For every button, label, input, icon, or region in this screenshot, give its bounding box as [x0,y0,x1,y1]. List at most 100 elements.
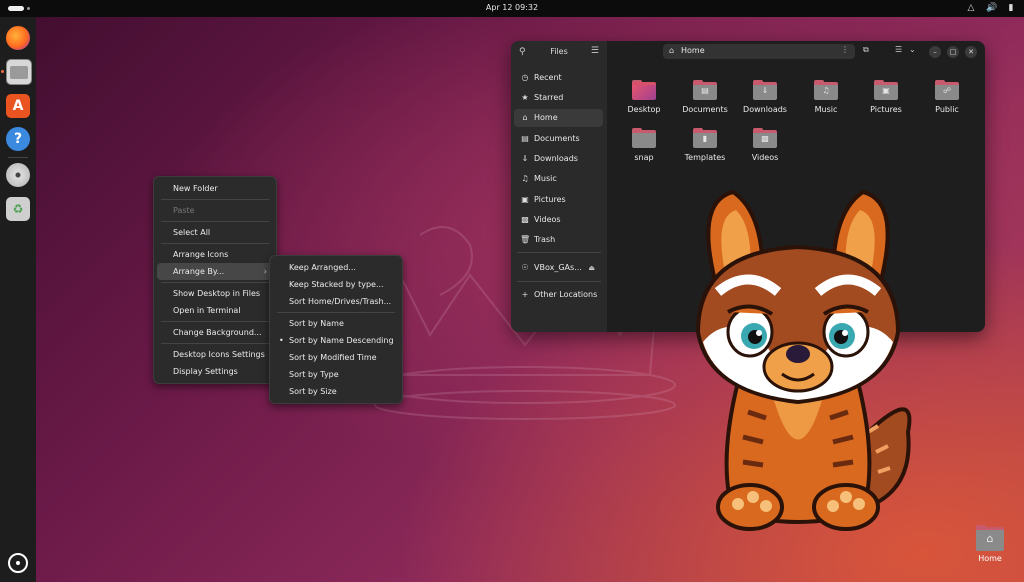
music-icon: ♫ [521,174,529,183]
folder-label: snap [634,153,654,162]
sidebar-item-label: Trash [534,235,556,244]
menu-item-keep-stacked[interactable]: Keep Stacked by type... [273,276,399,293]
sidebar-item-other-locations[interactable]: + Other Locations [514,286,603,304]
sidebar-item-recent[interactable]: ◷ Recent [514,69,603,87]
document-icon: ▤ [521,134,529,143]
menu-item-sort-home-drives-trash[interactable]: Sort Home/Drives/Trash... [273,293,399,310]
trash-icon[interactable]: ♻ [6,197,30,221]
help-icon[interactable]: ? [6,127,30,151]
clock[interactable]: Apr 12 09:32 [0,3,1024,12]
dock-separator [8,157,28,158]
video-icon: ▩ [521,215,529,224]
folder-label: Pictures [870,105,902,114]
folder-templates[interactable]: ▮ Templates [675,128,735,162]
files-icon[interactable] [6,59,32,85]
menu-separator [277,312,395,313]
menu-item-paste: Paste [173,206,195,215]
sidebar-item-starred[interactable]: ★ Starred [514,89,603,107]
folder-videos[interactable]: ▩ Videos [735,128,795,162]
files-sidebar: ⚲ Files ☰ ◷ Recent ★ Starred ⌂ Home ▤ Do… [511,41,607,332]
firefox-icon[interactable] [6,26,30,50]
minimize-icon[interactable]: – [929,46,941,58]
desktop-home-icon[interactable]: ⌂ Home [970,525,1010,563]
menu-item-sort-by-size[interactable]: Sort by Size [273,383,399,400]
menu-separator [161,243,269,244]
sidebar-item-label: Other Locations [534,290,598,299]
menu-item-label: Sort by Name Descending [289,336,394,345]
picture-icon: ▣ [521,195,529,204]
new-folder-icon[interactable]: ⧉ [863,45,869,55]
show-apps-icon[interactable] [8,553,28,573]
menu-item-sort-by-name-descending[interactable]: • Sort by Name Descending [273,332,399,349]
sidebar-separator [517,252,601,253]
menu-item-desktop-icons-settings[interactable]: Desktop Icons Settings [157,346,273,363]
chevron-right-icon: › [263,267,267,276]
folder-label: Downloads [743,105,787,114]
network-icon: △ [967,3,975,13]
sidebar-item-label: Starred [534,93,564,102]
sidebar-separator [517,281,601,282]
folder-label: Music [814,105,838,114]
folder-documents[interactable]: ▤ Documents [675,80,735,114]
menu-separator [161,221,269,222]
sidebar-item-home[interactable]: ⌂ Home [514,109,603,127]
sidebar-item-label: Pictures [534,195,566,204]
dvd-icon[interactable] [6,163,30,187]
radio-selected-icon: • [279,336,284,345]
menu-item-change-background[interactable]: Change Background... [157,324,273,341]
folder-pictures[interactable]: ▣ Pictures [856,80,916,114]
sidebar-item-label: Videos [534,215,561,224]
trash-icon: 🗑 [520,235,531,244]
sidebar-item-downloads[interactable]: ⇓ Downloads [514,150,603,168]
disc-icon: ☉ [521,263,529,272]
menu-item-arrange-by[interactable]: Arrange By... › [157,263,273,280]
menu-item-show-desktop-in-files[interactable]: Show Desktop in Files [157,285,273,302]
menu-item-arrange-icons[interactable]: Arrange Icons [157,246,273,263]
folder-desktop[interactable]: Desktop [614,80,674,114]
folder-icon: ☍ [935,80,959,100]
menu-item-keep-arranged[interactable]: Keep Arranged... [273,259,399,276]
folder-snap[interactable]: snap [614,128,674,162]
more-options-icon[interactable]: ⋮ [841,45,849,54]
folder-icon: ▤ [693,80,717,100]
hamburger-menu-icon[interactable]: ☰ [591,46,599,56]
app-center-icon[interactable]: A [6,94,30,118]
menu-item-open-in-terminal[interactable]: Open in Terminal [157,302,273,319]
sidebar-item-vbox[interactable]: ☉ VBox_GAs... ⏏ [514,259,603,277]
folder-public[interactable]: ☍ Public [917,80,977,114]
star-icon: ★ [521,93,529,102]
arrange-by-submenu: Keep Arranged... Keep Stacked by type...… [269,255,403,404]
home-folder-icon: ⌂ [976,525,1004,551]
sidebar-item-music[interactable]: ♫ Music [514,170,603,188]
path-bar[interactable]: ⌂ Home ⋮ [663,44,855,59]
menu-item-sort-by-name[interactable]: Sort by Name [273,315,399,332]
menu-item-display-settings[interactable]: Display Settings [157,363,273,380]
folder-label: Videos [751,153,779,162]
sidebar-item-label: Recent [534,73,562,82]
sidebar-item-documents[interactable]: ▤ Documents [514,130,603,148]
system-tray[interactable]: △ 🔊 ▮ [966,3,1016,13]
folder-label: Public [935,105,959,114]
maximize-icon[interactable]: □ [947,46,959,58]
sidebar-item-videos[interactable]: ▩ Videos [514,211,603,229]
folder-downloads[interactable]: ⇓ Downloads [735,80,795,114]
battery-icon: ▮ [1008,3,1014,13]
menu-item-select-all[interactable]: Select All [157,224,273,241]
menu-separator [161,199,269,200]
desktop-context-menu: New Folder Paste Select All Arrange Icon… [153,176,277,384]
menu-item-new-folder[interactable]: New Folder [157,180,273,197]
running-indicator [1,70,4,73]
list-view-icon[interactable]: ☰ [895,45,902,54]
sidebar-header: ⚲ Files ☰ [511,41,607,63]
folder-label: Desktop [627,105,661,114]
sidebar-item-pictures[interactable]: ▣ Pictures [514,191,603,209]
sidebar-item-trash[interactable]: 🗑 Trash [514,231,603,249]
eject-icon[interactable]: ⏏ [588,259,595,277]
close-icon[interactable]: ✕ [965,46,977,58]
chevron-down-icon[interactable]: ⌄ [909,45,916,54]
menu-item-sort-by-modified-time[interactable]: Sort by Modified Time [273,349,399,366]
menu-item-sort-by-type[interactable]: Sort by Type [273,366,399,383]
folder-music[interactable]: ♫ Music [796,80,856,114]
menu-separator [161,343,269,344]
menu-separator [161,282,269,283]
